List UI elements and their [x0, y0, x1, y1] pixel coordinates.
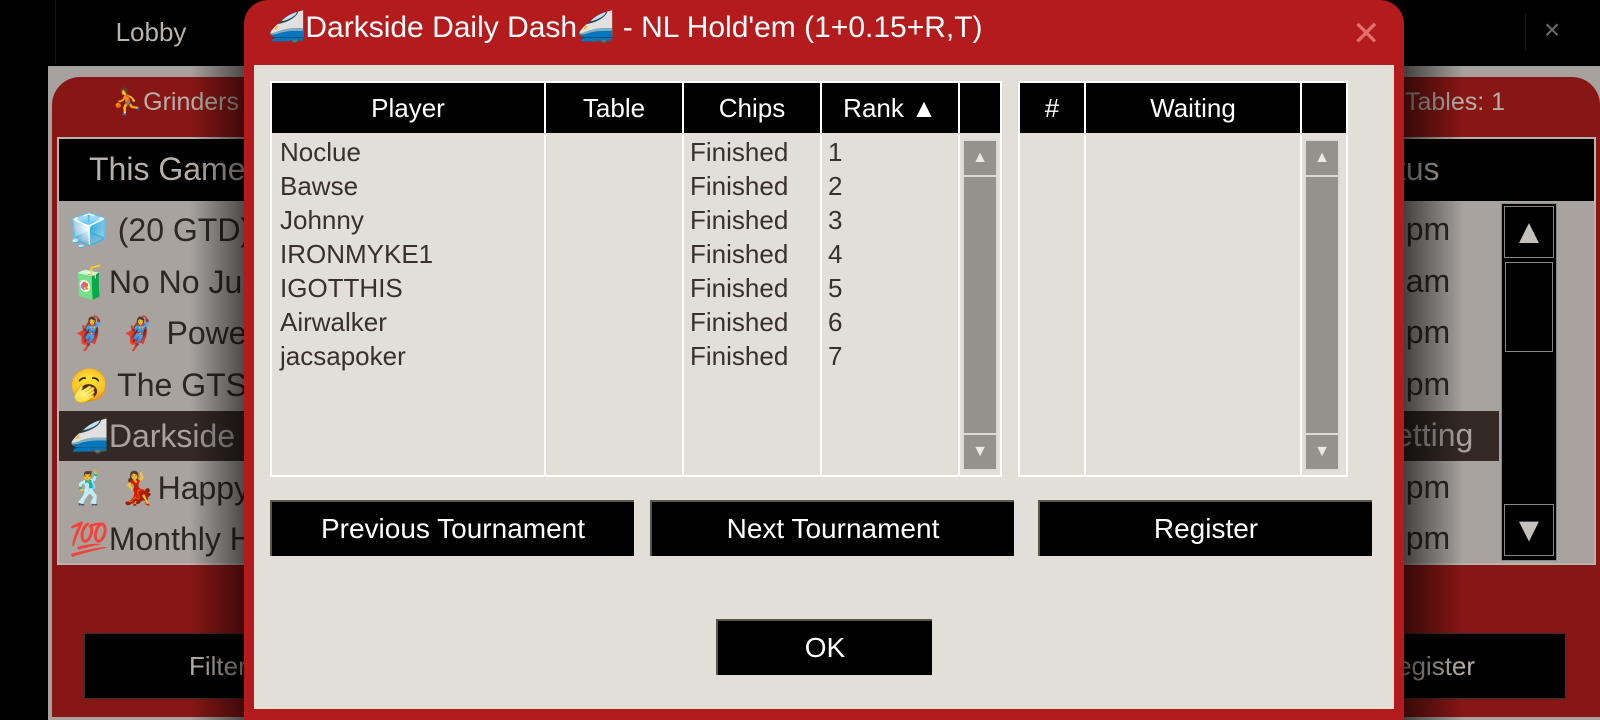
player-name: IRONMYKE1: [280, 239, 434, 269]
register-button[interactable]: Register: [1038, 500, 1372, 556]
column-header-blank: [960, 83, 1000, 133]
column-divider: [1084, 135, 1086, 475]
column-header-rank[interactable]: Rank ▲: [822, 83, 960, 133]
scroll-down-button[interactable]: ▼: [1306, 433, 1338, 469]
table-row[interactable]: Noclue Finished 1: [272, 135, 958, 169]
next-tournament-button[interactable]: Next Tournament: [650, 500, 1014, 556]
player-name: Noclue: [280, 137, 361, 167]
players-scrollbar[interactable]: ▲ ▼: [962, 139, 998, 471]
table-row[interactable]: Bawse Finished 2: [272, 169, 958, 203]
player-chips: Finished: [690, 307, 789, 337]
player-chips: Finished: [690, 239, 789, 269]
player-rank: 4: [828, 239, 843, 269]
column-header-chips[interactable]: Chips: [684, 83, 822, 133]
player-rank: 2: [828, 171, 843, 201]
ok-button[interactable]: OK: [716, 619, 932, 675]
column-header-blank: [1302, 83, 1346, 133]
player-rank: 7: [828, 341, 843, 371]
dialog-body: Player Table Chips Rank ▲ Noclue Finished…: [254, 65, 1394, 709]
column-header-number[interactable]: #: [1020, 83, 1086, 133]
player-rank: 3: [828, 205, 843, 235]
player-name: Airwalker: [280, 307, 387, 337]
scroll-down-button[interactable]: ▼: [1504, 504, 1554, 556]
column-divider: [1300, 135, 1302, 475]
waiting-table: # Waiting ▲ ▼: [1018, 81, 1348, 477]
lobby-scrollbar[interactable]: ▲ ▼: [1501, 203, 1557, 561]
player-name: IGOTTHIS: [280, 273, 403, 303]
table-row[interactable]: Johnny Finished 3: [272, 203, 958, 237]
close-icon[interactable]: ✕: [1352, 14, 1381, 54]
scroll-thumb[interactable]: [1505, 262, 1553, 352]
table-row[interactable]: IRONMYKE1 Finished 4: [272, 237, 958, 271]
table-row[interactable]: jacsapoker Finished 7: [272, 339, 958, 373]
column-header-player[interactable]: Player: [272, 83, 546, 133]
tab-lobby[interactable]: Lobby: [55, 0, 246, 64]
scroll-up-button[interactable]: ▲: [1306, 141, 1338, 177]
dialog-title: 🚄Darkside Daily Dash🚄 - NL Hold'em (1+0.…: [268, 11, 983, 44]
close-icon[interactable]: ×: [1525, 14, 1572, 50]
waiting-scrollbar[interactable]: ▲ ▼: [1304, 139, 1340, 471]
column-divider: [958, 135, 960, 475]
previous-tournament-button[interactable]: Previous Tournament: [270, 500, 634, 556]
table-row[interactable]: Airwalker Finished 6: [272, 305, 958, 339]
table-row[interactable]: IGOTTHIS Finished 5: [272, 271, 958, 305]
shadow: [1404, 66, 1464, 720]
scroll-down-button[interactable]: ▼: [964, 433, 996, 469]
player-chips: Finished: [690, 273, 789, 303]
shadow: [190, 66, 250, 720]
player-chips: Finished: [690, 137, 789, 167]
player-name: jacsapoker: [280, 341, 406, 371]
player-chips: Finished: [690, 341, 789, 371]
player-rank: 5: [828, 273, 843, 303]
player-chips: Finished: [690, 171, 789, 201]
scroll-up-button[interactable]: ▲: [964, 141, 996, 177]
player-rank: 1: [828, 137, 843, 167]
column-header-waiting[interactable]: Waiting: [1086, 83, 1302, 133]
player-name: Bawse: [280, 171, 359, 201]
column-header-table[interactable]: Table: [546, 83, 684, 133]
player-name: Johnny: [280, 205, 364, 235]
scroll-up-button[interactable]: ▲: [1504, 206, 1554, 258]
players-table: Player Table Chips Rank ▲ Noclue Finished…: [270, 81, 1002, 477]
player-rank: 6: [828, 307, 843, 337]
player-chips: Finished: [690, 205, 789, 235]
